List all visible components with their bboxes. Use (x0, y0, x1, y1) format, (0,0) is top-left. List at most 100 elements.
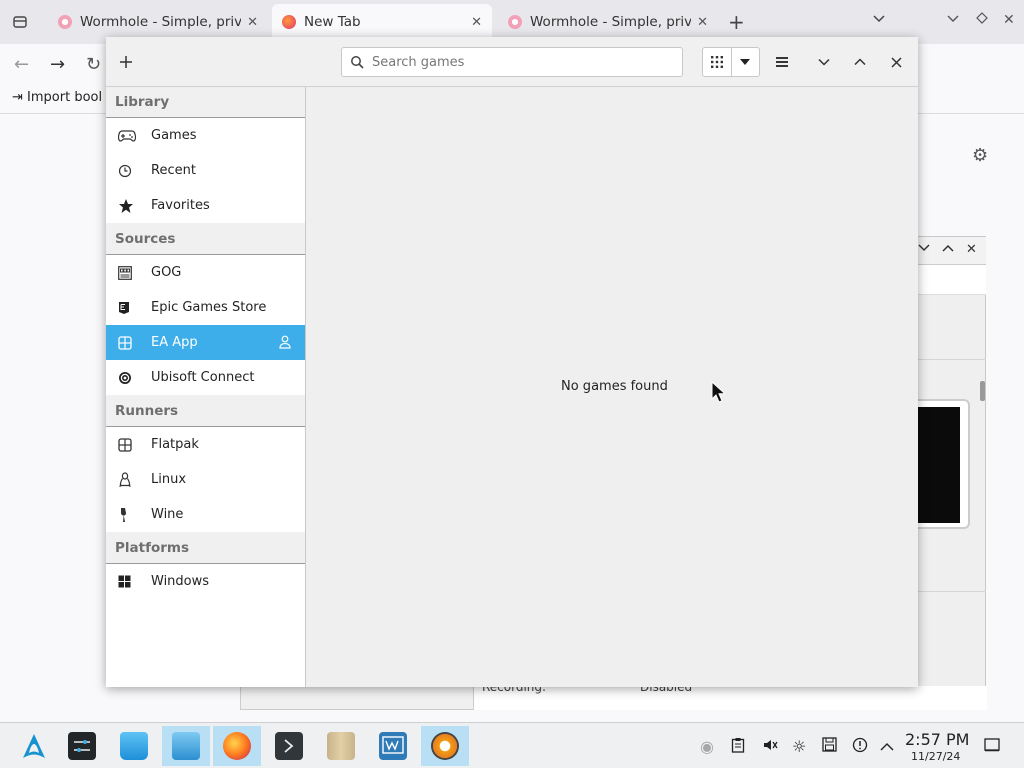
taskbar-firefox[interactable] (213, 726, 261, 766)
show-desktop-icon[interactable] (984, 737, 1000, 756)
firefox-favicon-icon (282, 15, 296, 29)
epic-icon (118, 301, 138, 315)
minimize-window-button[interactable] (812, 50, 836, 74)
archive-app-icon (327, 732, 355, 760)
sidebar-item-label: Favorites (151, 198, 210, 213)
background-window-header: ✕ (918, 237, 986, 265)
scrollbar[interactable] (980, 381, 985, 401)
reload-icon[interactable]: ↻ (86, 54, 101, 75)
game-library-window: Library Games Recent Favorites Sources G… (106, 37, 918, 687)
sidebar-item-wine[interactable]: Wine (106, 497, 305, 532)
new-tab-icon[interactable]: + (728, 10, 745, 34)
close-tab-icon[interactable]: ✕ (247, 15, 258, 30)
close-window-button[interactable] (884, 50, 908, 74)
user-icon[interactable] (279, 335, 291, 353)
taskbar-archiver[interactable] (317, 726, 365, 766)
steam-tray-icon[interactable]: ◉ (700, 737, 714, 756)
maximize-window-button[interactable] (848, 50, 872, 74)
taskbar-file-manager[interactable] (162, 726, 210, 766)
background-window-field (918, 265, 986, 295)
search-field[interactable] (341, 47, 683, 77)
firefox-app-icon (223, 732, 251, 760)
sidebar-item-label: Recent (151, 163, 196, 178)
tab-overview-icon[interactable] (0, 0, 40, 44)
browser-tab-new-tab[interactable]: New Tab ✕ (272, 4, 492, 40)
taskbar-discover[interactable] (110, 726, 158, 766)
sidebar-item-ea-app[interactable]: EA App (106, 325, 305, 360)
empty-state-message: No games found (561, 379, 668, 394)
sidebar-item-label: GOG (151, 265, 182, 280)
game-grid-area: No games found (307, 87, 918, 687)
browser-tab-title: Wormhole - Simple, privat (530, 14, 692, 30)
divider (918, 359, 986, 360)
show-hidden-icons-icon[interactable] (880, 737, 894, 756)
add-game-button[interactable] (114, 50, 138, 74)
browser-tab-wormhole-2[interactable]: Wormhole - Simple, privat ✕ (498, 4, 718, 40)
browser-tab-title: Wormhole - Simple, privat (80, 14, 242, 30)
browser-tab-wormhole-1[interactable]: Wormhole - Simple, privat ✕ (48, 4, 268, 40)
settings-app-icon (68, 732, 96, 760)
minimize-icon[interactable] (918, 242, 930, 257)
sidebar-item-linux[interactable]: Linux (106, 462, 305, 497)
sidebar: Library Games Recent Favorites Sources G… (106, 87, 306, 687)
app-launcher-button[interactable] (10, 726, 58, 766)
sidebar-item-gog[interactable]: GOG (106, 255, 305, 290)
taskbar-game-library[interactable] (421, 726, 469, 766)
wine-icon (118, 507, 138, 523)
background-window: ✕ (918, 236, 986, 708)
ubisoft-icon (118, 371, 138, 385)
updates-icon[interactable] (852, 737, 868, 757)
sidebar-item-epic-games-store[interactable]: Epic Games Store (106, 290, 305, 325)
clock-time[interactable]: 2:57 PM (905, 730, 969, 749)
view-mode-toggle (702, 47, 760, 77)
taskbar-terminal[interactable] (265, 726, 313, 766)
app-header-bar (106, 37, 918, 87)
sidebar-item-recent[interactable]: Recent (106, 153, 305, 188)
close-tab-icon[interactable]: ✕ (471, 15, 482, 30)
clipboard-icon[interactable] (731, 737, 745, 757)
close-icon[interactable]: ✕ (966, 242, 977, 257)
divider (918, 591, 986, 592)
discover-app-icon (120, 732, 148, 760)
taskbar-wormhole[interactable] (369, 726, 417, 766)
minimize-icon[interactable] (946, 12, 960, 28)
flatpak-icon (118, 437, 138, 452)
close-tab-icon[interactable]: ✕ (697, 15, 708, 30)
sidebar-item-windows[interactable]: Windows (106, 564, 305, 599)
hamburger-menu-button[interactable] (770, 50, 794, 74)
close-window-icon[interactable]: ✕ (1003, 12, 1015, 28)
arch-logo-icon (23, 734, 45, 758)
mouse-cursor-icon (711, 381, 725, 403)
background-window-panel: Recording: Disabled (473, 680, 987, 710)
tab-list-chevron-icon[interactable] (872, 12, 886, 28)
gear-icon[interactable]: ⚙ (972, 145, 988, 166)
video-preview (918, 399, 970, 529)
sidebar-item-games[interactable]: Games (106, 118, 305, 153)
import-bookmarks-button[interactable]: ⇥ Import bool (12, 90, 102, 105)
sidebar-item-label: Flatpak (151, 437, 199, 452)
linux-icon (118, 471, 138, 488)
taskbar-system-settings[interactable] (58, 726, 106, 766)
maximize-icon[interactable] (976, 12, 988, 28)
sidebar-item-label: Linux (151, 472, 187, 487)
clock-date[interactable]: 11/27/24 (911, 750, 960, 763)
import-bookmarks-label: Import bool (27, 90, 103, 105)
forward-icon[interactable]: → (50, 54, 65, 75)
sidebar-item-ubisoft-connect[interactable]: Ubisoft Connect (106, 360, 305, 395)
star-icon (118, 198, 138, 214)
brightness-icon[interactable]: ☼ (792, 737, 806, 756)
maximize-icon[interactable] (942, 242, 954, 257)
search-input[interactable] (372, 49, 682, 75)
grid-view-button[interactable] (703, 48, 731, 76)
view-options-dropdown[interactable] (730, 48, 760, 76)
sidebar-item-favorites[interactable]: Favorites (106, 188, 305, 223)
background-window-bottom: Recording: Disabled (240, 680, 987, 710)
sidebar-item-flatpak[interactable]: Flatpak (106, 427, 305, 462)
volume-muted-icon[interactable] (762, 737, 778, 757)
runners-section-header: Runners (106, 395, 305, 427)
gog-icon (118, 265, 138, 280)
terminal-app-icon (275, 732, 303, 760)
disk-icon[interactable] (822, 737, 837, 756)
sidebar-item-label: EA App (151, 335, 198, 350)
back-icon[interactable]: ← (14, 54, 29, 75)
